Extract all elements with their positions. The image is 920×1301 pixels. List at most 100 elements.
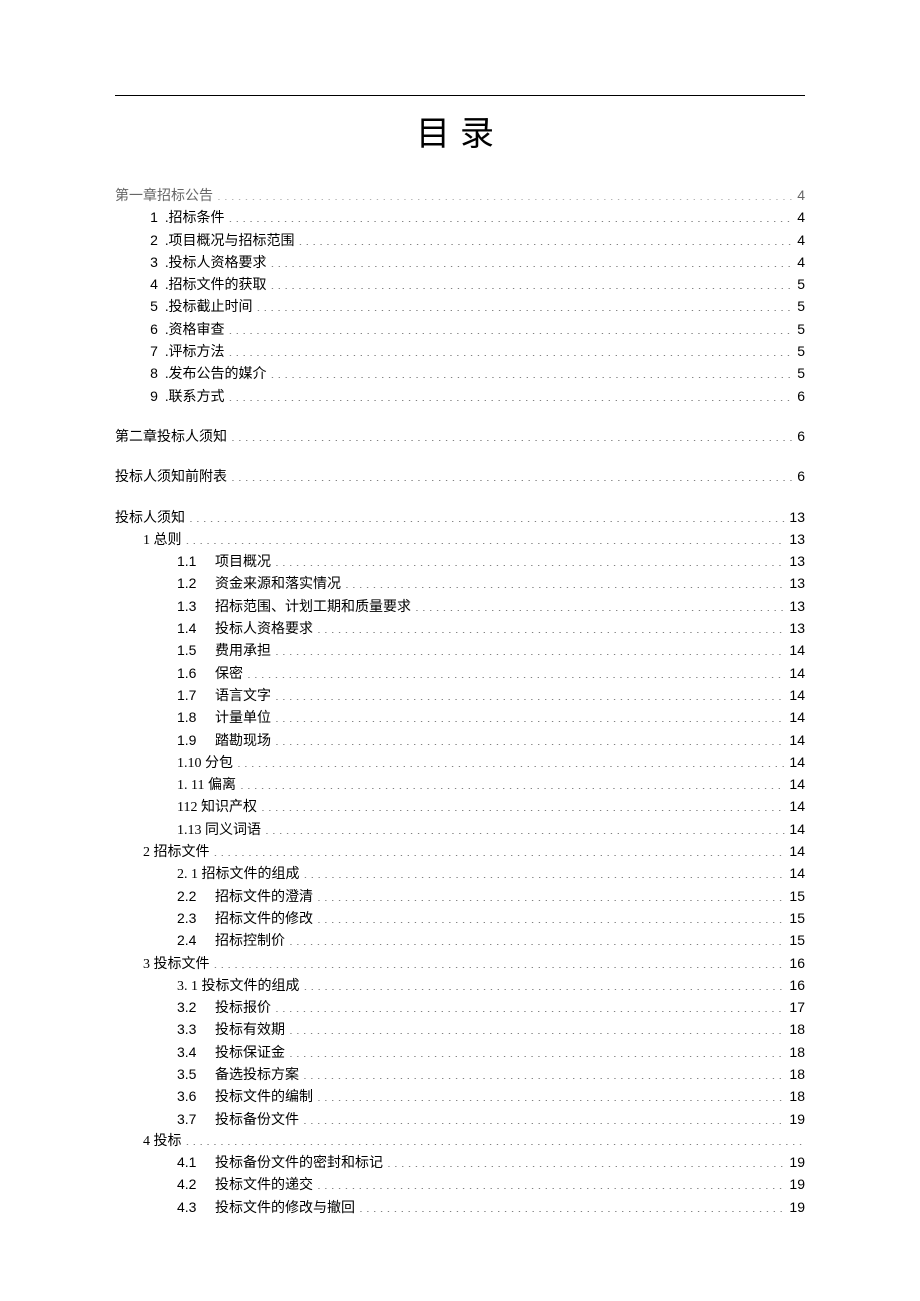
- toc-page-number: 6: [793, 426, 805, 446]
- toc-label: 投标备份文件的密封和标记: [215, 1154, 387, 1174]
- toc-row: 3 投标文件 16: [143, 953, 805, 975]
- toc-label: 资金来源和落实情况: [215, 575, 345, 595]
- toc-row: 3.投标人资格要求4: [143, 252, 805, 274]
- toc-row: 2 招标文件14: [143, 841, 805, 863]
- toc-page-number: 18: [785, 1042, 805, 1062]
- toc-number: 4: [143, 274, 165, 294]
- toc-page-number: 5: [793, 296, 805, 316]
- top-rule: [115, 95, 805, 96]
- toc-spacer: [115, 448, 805, 466]
- toc-leader: [265, 820, 785, 834]
- toc-leader: [229, 320, 794, 334]
- toc-row: 2.4招标控制价15: [177, 930, 805, 952]
- toc-leader: [304, 864, 786, 878]
- toc-leader: [275, 708, 785, 722]
- toc-leader: [275, 731, 785, 745]
- toc-label: 第一章招标公告: [115, 187, 217, 207]
- toc-label: 招标文件的澄清: [215, 888, 317, 908]
- toc-page-number: 5: [793, 363, 805, 383]
- toc-leader: [289, 1020, 785, 1034]
- toc-page-number: 19: [785, 1197, 805, 1217]
- toc-leader: [317, 887, 785, 901]
- toc-leader: [387, 1153, 785, 1167]
- toc-label: 1. 11 偏离: [177, 776, 240, 796]
- toc-number: 9: [143, 386, 165, 406]
- toc-row: 5.投标截止时间5: [143, 296, 805, 318]
- toc-number: 4.1: [177, 1152, 215, 1172]
- toc-leader: [186, 1131, 806, 1145]
- toc-row: 7.评标方法5: [143, 341, 805, 363]
- toc-row: 4 投标: [143, 1131, 805, 1152]
- toc-row: 112 知识产权14: [177, 796, 805, 818]
- toc-page-number: 16: [785, 953, 805, 973]
- toc-label: 1.13 同义词语: [177, 821, 265, 841]
- toc-list: 第一章招标公告41.招标条件42.项目概况与招标范围43.投标人资格要求44.招…: [115, 185, 805, 1219]
- toc-leader: [303, 1110, 785, 1124]
- toc-page-number: 19: [785, 1109, 805, 1129]
- toc-leader: [275, 641, 785, 655]
- toc-number: 1.5: [177, 640, 215, 660]
- toc-number: 1.8: [177, 707, 215, 727]
- toc-label: 投标备份文件: [215, 1111, 303, 1131]
- toc-label: 投标人资格要求: [215, 620, 317, 640]
- toc-leader: [289, 931, 785, 945]
- toc-row: 8.发布公告的媒介 5: [143, 363, 805, 385]
- toc-leader: [271, 253, 794, 267]
- toc-number: 1.7: [177, 685, 215, 705]
- toc-page-number: 14: [785, 752, 805, 772]
- toc-leader: [317, 909, 785, 923]
- toc-page-number: 14: [785, 863, 805, 883]
- toc-number: 7: [143, 341, 165, 361]
- toc-leader: [275, 552, 785, 566]
- toc-row: 1.5费用承担14: [177, 640, 805, 662]
- toc-page-number: 17: [785, 997, 805, 1017]
- toc-page-number: 15: [785, 886, 805, 906]
- toc-label: 计量单位: [215, 709, 275, 729]
- toc-page-number: 19: [785, 1174, 805, 1194]
- toc-page-number: 5: [793, 319, 805, 339]
- toc-leader: [317, 1175, 785, 1189]
- toc-label: 3 投标文件: [143, 955, 214, 975]
- toc-leader: [304, 976, 786, 990]
- toc-row: 3. 1 投标文件的组成16: [177, 975, 805, 997]
- toc-leader: [317, 1087, 785, 1101]
- toc-leader: [299, 231, 794, 245]
- toc-row: 1.9踏勘现场14: [177, 730, 805, 752]
- toc-number: 3.5: [177, 1064, 215, 1084]
- toc-number: 1.3: [177, 596, 215, 616]
- toc-label: 备选投标方案: [215, 1066, 303, 1086]
- toc-leader: [289, 1043, 785, 1057]
- toc-page-number: 4: [793, 207, 805, 227]
- toc-row: 4.招标文件的获取5: [143, 274, 805, 296]
- toc-leader: [231, 467, 793, 481]
- toc-number: 3.7: [177, 1109, 215, 1129]
- toc-label: 4 投标: [143, 1132, 186, 1152]
- toc-page-number: 14: [785, 774, 805, 794]
- toc-page-number: 13: [785, 551, 805, 571]
- toc-leader: [271, 364, 794, 378]
- toc-leader: [261, 797, 785, 811]
- toc-number: 6: [143, 319, 165, 339]
- toc-label: 保密: [215, 665, 247, 685]
- toc-row: 4.2投标文件的递交19: [177, 1174, 805, 1196]
- toc-leader: [317, 619, 785, 633]
- toc-leader: [415, 597, 785, 611]
- toc-row: 2.2招标文件的澄清 15: [177, 886, 805, 908]
- toc-row: 1 总则13: [143, 529, 805, 551]
- toc-label: .联系方式: [165, 388, 229, 408]
- toc-leader: [257, 297, 794, 311]
- toc-label: 2. 1 招标文件的组成: [177, 865, 304, 885]
- toc-number: 2.2: [177, 886, 215, 906]
- toc-label: 投标有效期: [215, 1021, 289, 1041]
- toc-label: 1 总则: [143, 531, 186, 551]
- toc-leader: [275, 686, 785, 700]
- toc-row: 4.3投标文件的修改与撤回19: [177, 1197, 805, 1219]
- toc-leader: [229, 208, 794, 222]
- toc-number: 8: [143, 363, 165, 383]
- toc-label: 第二章投标人须知: [115, 428, 231, 448]
- toc-leader: [214, 842, 786, 856]
- toc-page-number: 13: [785, 507, 805, 527]
- toc-row: 1.1项目概况13: [177, 551, 805, 573]
- toc-label: .发布公告的媒介: [165, 365, 271, 385]
- toc-leader: [359, 1198, 785, 1212]
